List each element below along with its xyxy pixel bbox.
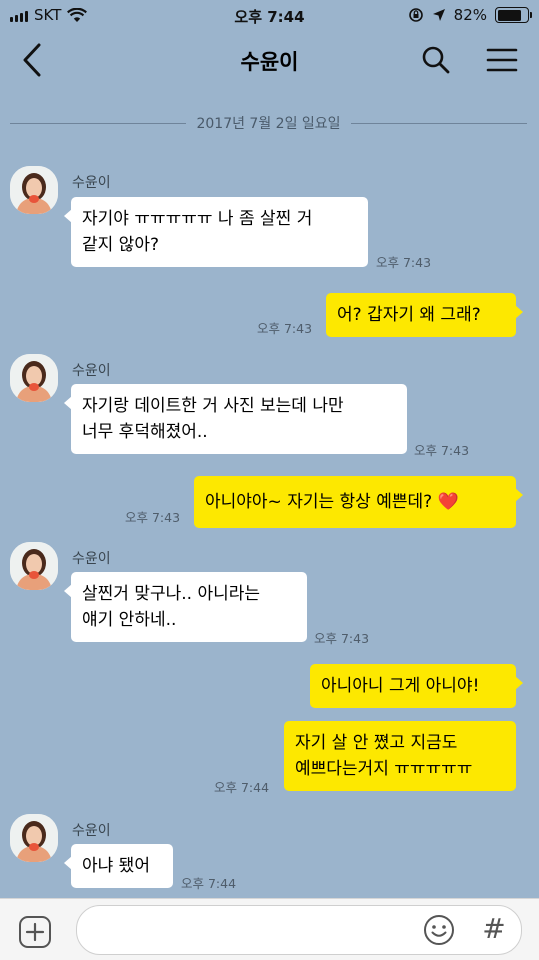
message-line: 자기 살 안 쪘고 지금도 [295, 733, 458, 753]
profile-photo [10, 166, 58, 214]
avatar[interactable] [10, 354, 58, 402]
chat-header: 수윤이 [0, 32, 539, 90]
message-bubble-in[interactable]: 자기랑 데이트한 거 사진 보는데 나만 너무 후덕해졌어.. [64, 384, 407, 454]
sender-name: 수윤이 [72, 823, 111, 839]
message-time: 오후 7:43 [376, 255, 432, 270]
attach-button[interactable] [18, 915, 52, 949]
back-arrow-icon [23, 43, 41, 77]
message-time: 오후 7:43 [414, 443, 470, 458]
sender-name: 수윤이 [72, 363, 111, 379]
avatar[interactable] [10, 814, 58, 862]
sender-name: 수윤이 [72, 551, 111, 567]
message-bubble-out[interactable]: 아니아니 그게 아니야! [310, 664, 523, 708]
message-line: 자기랑 데이트한 거 사진 보는데 나만 [82, 396, 344, 416]
message-line: 아니아니 그게 아니야! [321, 676, 480, 696]
message-line: 어? 갑자기 왜 그래? [337, 305, 481, 325]
plus-icon [19, 916, 51, 948]
message-bubble-out[interactable]: 아니야아~ 자기는 항상 예쁜데? ❤️ [194, 476, 523, 528]
menu-icon [486, 48, 518, 72]
input-bar: # [0, 898, 539, 960]
search-icon [422, 46, 450, 74]
profile-photo [10, 542, 58, 590]
message-bubble-out[interactable]: 자기 살 안 쪘고 지금도 예쁘다는거지 ㅠㅠㅠㅠㅠ [284, 721, 516, 791]
battery-icon [495, 7, 532, 23]
message-time: 오후 7:43 [257, 321, 313, 336]
message-line: 너무 후덕해졌어.. [82, 422, 208, 442]
back-button[interactable] [12, 40, 52, 80]
sender-name: 수윤이 [72, 175, 111, 191]
divider-line [10, 122, 187, 124]
status-right: 82% [408, 6, 532, 24]
location-icon [432, 9, 445, 21]
emoticon-button[interactable] [422, 913, 456, 947]
message-time: 오후 7:43 [125, 510, 181, 525]
message-bubble-in[interactable]: 아냐 됐어 [64, 844, 173, 888]
smiley-icon [424, 915, 454, 945]
avatar[interactable] [10, 542, 58, 590]
divider-line [350, 122, 528, 124]
message-line: 자기야 ㅠㅠㅠㅠㅠ 나 좀 살찐 거 [82, 209, 313, 229]
battery-percent: 82% [453, 6, 487, 24]
message-line: 아냐 됐어 [82, 856, 150, 876]
message-time: 오후 7:44 [214, 780, 270, 795]
message-line: 같지 않아? [82, 235, 159, 255]
message-bubble-out[interactable]: 어? 갑자기 왜 그래? [326, 293, 523, 337]
profile-photo [10, 814, 58, 862]
date-label: 2017년 7월 2일 일요일 [196, 116, 341, 132]
menu-button[interactable] [480, 40, 524, 80]
battery-fill [497, 9, 522, 21]
hash-tag-button[interactable]: # [478, 911, 510, 947]
message-time: 오후 7:44 [181, 876, 237, 891]
chat-title: 수윤이 [240, 50, 299, 74]
date-divider: 2017년 7월 2일 일요일 [10, 112, 528, 134]
orientation-lock-icon [408, 8, 423, 22]
avatar[interactable] [10, 166, 58, 214]
message-line: 예쁘다는거지 ㅠㅠㅠㅠㅠ [295, 759, 473, 779]
message-line: 아니야아~ 자기는 항상 예쁜데? ❤️ [205, 492, 459, 512]
profile-photo [10, 354, 58, 402]
message-time: 오후 7:43 [314, 631, 370, 646]
message-line: 살찐거 맞구나.. 아니라는 [82, 584, 261, 604]
message-bubble-in[interactable]: 살찐거 맞구나.. 아니라는 얘기 안하네.. [64, 572, 307, 642]
status-bar: SKT 오후 7:44 82% [0, 0, 539, 32]
search-button[interactable] [416, 40, 456, 80]
message-bubble-in[interactable]: 자기야 ㅠㅠㅠㅠㅠ 나 좀 살찐 거 같지 않아? [64, 197, 368, 267]
message-line: 얘기 안하네.. [82, 610, 177, 630]
